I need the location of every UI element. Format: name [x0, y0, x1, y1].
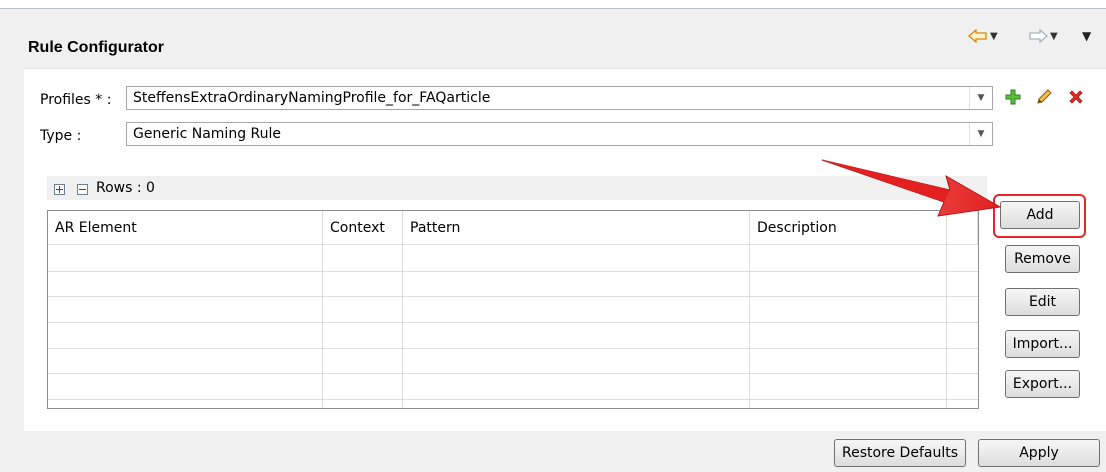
type-value: Generic Naming Rule — [133, 126, 282, 142]
top-strip — [0, 0, 1106, 8]
row-divider — [48, 296, 978, 297]
forward-dropdown-icon[interactable]: ▼ — [1050, 31, 1058, 42]
type-label: Type : — [40, 128, 82, 144]
column-divider — [946, 245, 947, 408]
add-button[interactable]: Add — [1000, 201, 1080, 229]
forward-nav[interactable]: ▼ — [1028, 25, 1058, 47]
forward-arrow-icon[interactable] — [1028, 29, 1048, 43]
edit-button[interactable]: Edit — [1005, 288, 1080, 316]
back-nav[interactable]: ▼ — [968, 25, 998, 47]
export-button[interactable]: Export... — [1005, 370, 1080, 398]
add-profile-icon[interactable] — [1003, 87, 1023, 107]
page-title: Rule Configurator — [28, 39, 164, 56]
column-header-ar-element[interactable]: AR Element — [48, 211, 323, 245]
annotation-arrow-icon — [821, 159, 1002, 217]
remove-button[interactable]: Remove — [1005, 245, 1080, 273]
profiles-combo[interactable]: SteffensExtraOrdinaryNamingProfile_for_F… — [126, 86, 993, 110]
column-divider — [402, 245, 403, 408]
collapse-all-icon[interactable] — [77, 184, 88, 195]
title-bar: Rule Configurator — [0, 9, 1106, 65]
column-divider — [749, 245, 750, 408]
edit-profile-icon[interactable] — [1034, 87, 1054, 107]
profiles-dropdown-icon[interactable]: ▼ — [969, 87, 992, 109]
delete-profile-icon[interactable] — [1066, 87, 1086, 107]
row-divider — [48, 348, 978, 349]
row-divider — [48, 373, 978, 374]
restore-defaults-button[interactable]: Restore Defaults — [834, 439, 966, 467]
import-button[interactable]: Import... — [1005, 330, 1080, 358]
row-divider — [48, 399, 978, 400]
row-divider — [48, 271, 978, 272]
column-header-context[interactable]: Context — [323, 211, 403, 245]
expand-all-icon[interactable] — [54, 184, 65, 195]
back-arrow-icon[interactable] — [968, 29, 988, 43]
row-divider — [48, 322, 978, 323]
type-combo[interactable]: Generic Naming Rule ▼ — [126, 122, 993, 146]
type-dropdown-icon[interactable]: ▼ — [969, 123, 992, 145]
back-dropdown-icon[interactable]: ▼ — [990, 31, 998, 42]
view-menu-icon[interactable]: ▼ — [1080, 25, 1091, 47]
rules-table[interactable]: AR Element Context Pattern Description — [47, 210, 979, 409]
rows-count: Rows : 0 — [96, 180, 155, 196]
profiles-label: Profiles * : — [40, 92, 112, 108]
profiles-value: SteffensExtraOrdinaryNamingProfile_for_F… — [133, 90, 491, 106]
column-divider — [322, 245, 323, 408]
apply-button[interactable]: Apply — [978, 439, 1100, 467]
column-header-pattern[interactable]: Pattern — [403, 211, 750, 245]
